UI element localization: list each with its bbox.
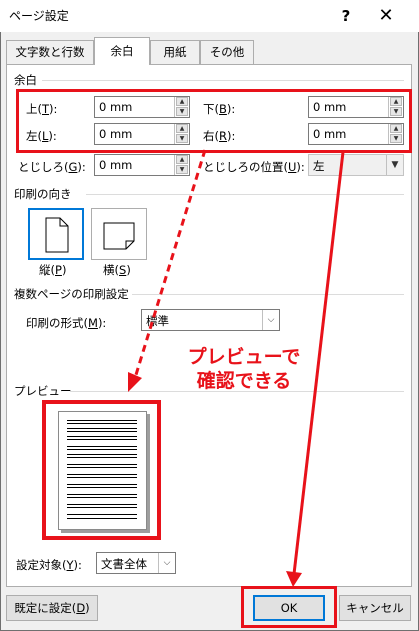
tab-margins[interactable]: 余白 — [94, 37, 150, 65]
annotation-arrows — [128, 149, 345, 587]
solid-arrow-head — [286, 571, 302, 587]
dashed-arrow-head — [128, 372, 142, 392]
solid-arrow-line — [292, 151, 345, 575]
dashed-arrow-line — [133, 149, 207, 379]
